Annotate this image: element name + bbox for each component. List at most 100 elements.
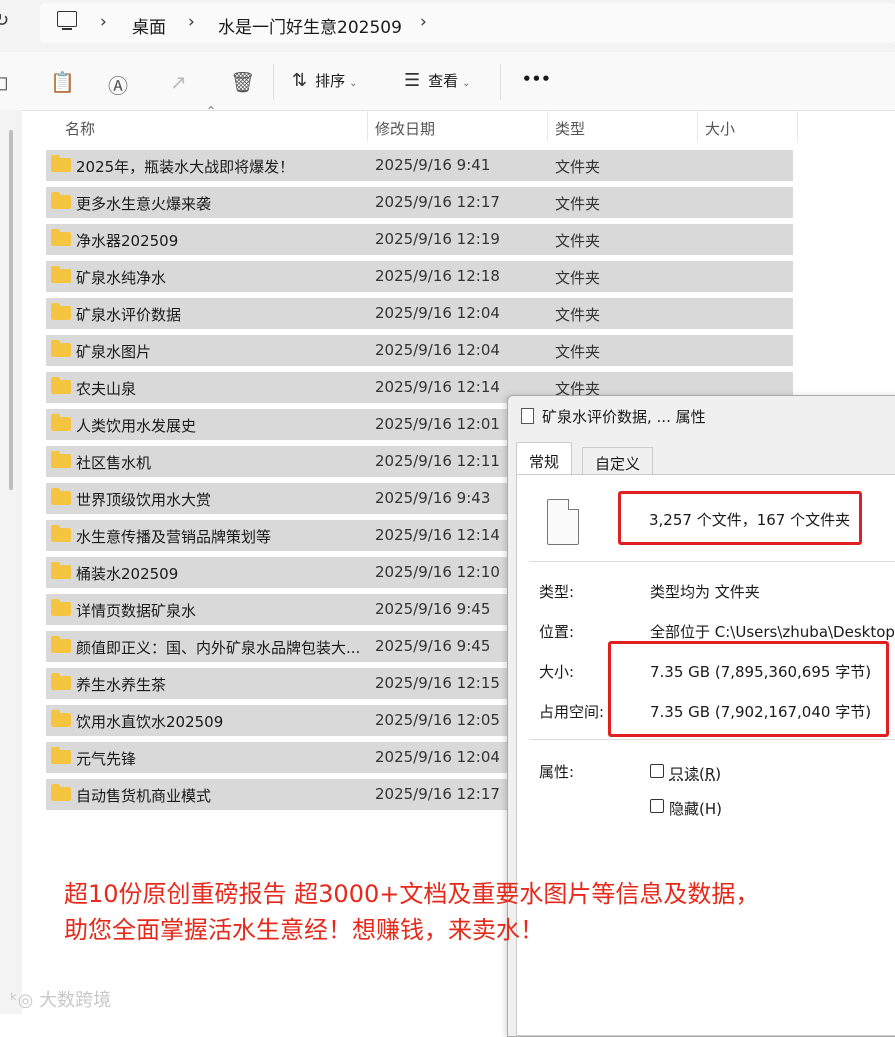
folder-icon <box>51 414 71 431</box>
toolbar-divider <box>500 64 501 100</box>
hidden-checkbox[interactable] <box>650 799 664 813</box>
rename-icon[interactable]: Ⓐ <box>108 70 128 99</box>
chevron-right-icon[interactable]: › <box>100 12 107 32</box>
file-modified-date: 2025/9/16 9:45 <box>375 600 491 618</box>
file-row[interactable]: 矿泉水图片 2025/9/16 12:04 文件夹 <box>46 335 793 366</box>
readonly-label[interactable]: 只读(R) <box>669 763 721 784</box>
file-name: 自动售货机商业模式 <box>76 787 212 805</box>
file-name: 矿泉水图片 <box>76 343 152 361</box>
file-modified-date: 2025/9/16 12:04 <box>375 748 500 766</box>
file-modified-date: 2025/9/16 12:11 <box>375 452 500 470</box>
file-row[interactable]: 矿泉水评价数据 2025/9/16 12:04 文件夹 <box>46 298 793 329</box>
folder-icon <box>51 340 71 357</box>
column-header-type[interactable]: 类型 <box>555 118 585 139</box>
column-divider[interactable] <box>367 110 368 142</box>
readonly-checkbox[interactable] <box>650 764 664 778</box>
toolbar-divider <box>273 64 274 100</box>
size-value: 7.35 GB (7,895,360,695 字节) <box>650 663 872 681</box>
chevron-down-icon: ⌄ <box>462 78 471 89</box>
attributes-label: 属性: <box>539 763 575 781</box>
multiple-files-icon <box>547 499 579 545</box>
paste-icon[interactable]: 📋 <box>50 70 75 94</box>
folder-icon <box>51 377 71 394</box>
file-type: 文件夹 <box>555 158 601 176</box>
file-modified-date: 2025/9/16 12:14 <box>375 526 500 544</box>
column-header-modified[interactable]: 修改日期 <box>375 118 435 139</box>
folder-icon <box>51 710 71 727</box>
delete-icon[interactable]: 🗑 <box>230 70 255 94</box>
file-modified-date: 2025/9/16 12:05 <box>375 711 500 729</box>
chevron-right-icon[interactable]: › <box>420 12 427 32</box>
file-type: 文件夹 <box>555 232 601 250</box>
column-header-name[interactable]: 名称 <box>65 118 95 139</box>
type-label: 类型: <box>539 583 575 601</box>
file-modified-date: 2025/9/16 12:10 <box>375 563 500 581</box>
file-row[interactable]: 2025年，瓶装水大战即将爆发！ 2025/9/16 9:41 文件夹 <box>46 150 793 181</box>
refresh-icon[interactable]: ↻ <box>0 10 9 31</box>
view-button[interactable]: ☰ 查看 ⌄ <box>404 70 471 91</box>
file-modified-date: 2025/9/16 12:15 <box>375 674 500 692</box>
file-modified-date: 2025/9/16 12:04 <box>375 304 500 322</box>
location-label: 位置: <box>539 623 575 641</box>
column-divider[interactable] <box>547 110 548 142</box>
file-name: 颜值即正义：国、内外矿泉水品牌包装大... <box>76 639 361 657</box>
selection-summary: 3,257 个文件，167 个文件夹 <box>649 511 851 529</box>
column-divider[interactable] <box>697 110 698 142</box>
properties-dialog: 矿泉水评价数据, ... 属性 常规 自定义 3,257 个文件，167 个文件… <box>507 395 895 1037</box>
breadcrumb-current-folder[interactable]: 水是一门好生意202509 <box>218 13 402 38</box>
disk-size-label: 占用空间: <box>539 703 605 721</box>
file-modified-date: 2025/9/16 12:14 <box>375 378 500 396</box>
chevron-right-icon[interactable]: › <box>188 12 195 32</box>
share-icon[interactable]: ◻ <box>0 70 9 94</box>
dialog-title: 矿泉水评价数据, ... 属性 <box>542 408 706 426</box>
file-name: 矿泉水评价数据 <box>76 306 182 324</box>
sort-label: 排序 <box>315 72 346 90</box>
hidden-label[interactable]: 隐藏(H) <box>669 798 722 819</box>
file-name: 世界顶级饮用水大赏 <box>76 491 212 509</box>
sort-button[interactable]: ⇅ 排序 ⌄ <box>292 70 358 91</box>
breadcrumb-desktop[interactable]: 桌面 <box>132 13 166 38</box>
address-bar: ↻ › 桌面 › 水是一门好生意202509 › <box>0 0 895 52</box>
folder-icon <box>51 488 71 505</box>
view-label: 查看 <box>428 72 459 90</box>
column-divider[interactable] <box>797 110 798 142</box>
file-name: 人类饮用水发展史 <box>76 417 197 435</box>
folder-icon <box>51 451 71 468</box>
file-row[interactable]: 矿泉水纯净水 2025/9/16 12:18 文件夹 <box>46 261 793 292</box>
breadcrumb[interactable]: › 桌面 › 水是一门好生意202509 › <box>40 3 895 43</box>
file-row[interactable]: 净水器202509 2025/9/16 12:19 文件夹 <box>46 224 793 255</box>
file-name: 净水器202509 <box>76 232 179 250</box>
navigation-pane <box>0 110 22 1014</box>
file-modified-date: 2025/9/16 9:45 <box>375 637 491 655</box>
tab-general[interactable]: 常规 <box>516 442 573 474</box>
file-type: 文件夹 <box>555 269 601 287</box>
file-name: 养生水养生茶 <box>76 676 167 694</box>
promo-line-1: 超10份原创重磅报告 超3000+文档及重要水图片等信息及数据， <box>64 880 760 908</box>
file-row[interactable]: 更多水生意火爆来袭 2025/9/16 12:17 文件夹 <box>46 187 793 218</box>
share-out-icon[interactable]: ↗ <box>170 70 187 94</box>
file-name: 饮用水直饮水202509 <box>76 713 224 731</box>
file-name: 2025年，瓶装水大战即将爆发！ <box>76 158 295 176</box>
column-header-size[interactable]: 大小 <box>705 118 735 139</box>
promo-line-2: 助您全面掌握活水生意经！想赚钱，来卖水！ <box>64 916 544 944</box>
file-name: 水生意传播及营销品牌策划等 <box>76 528 272 546</box>
this-pc-icon[interactable] <box>57 11 77 30</box>
folder-icon <box>51 303 71 320</box>
folder-icon <box>51 784 71 801</box>
more-options-button[interactable]: ••• <box>522 70 551 88</box>
chevron-down-icon: ⌄ <box>349 78 358 89</box>
scrollbar[interactable] <box>9 130 13 490</box>
watermark-text: 大数跨境 <box>39 990 112 1011</box>
file-name: 详情页数据矿泉水 <box>76 602 197 620</box>
file-name: 桶装水202509 <box>76 565 179 583</box>
file-modified-date: 2025/9/16 12:17 <box>375 193 500 211</box>
file-type: 文件夹 <box>555 195 601 213</box>
highlight-box <box>608 641 889 737</box>
file-name: 社区售水机 <box>76 454 152 472</box>
file-modified-date: 2025/9/16 12:19 <box>375 230 500 248</box>
file-modified-date: 2025/9/16 9:41 <box>375 156 491 174</box>
file-type: 文件夹 <box>555 343 601 361</box>
tab-custom[interactable]: 自定义 <box>582 447 654 474</box>
folder-icon <box>51 266 71 283</box>
file-name: 更多水生意火爆来袭 <box>76 195 212 213</box>
